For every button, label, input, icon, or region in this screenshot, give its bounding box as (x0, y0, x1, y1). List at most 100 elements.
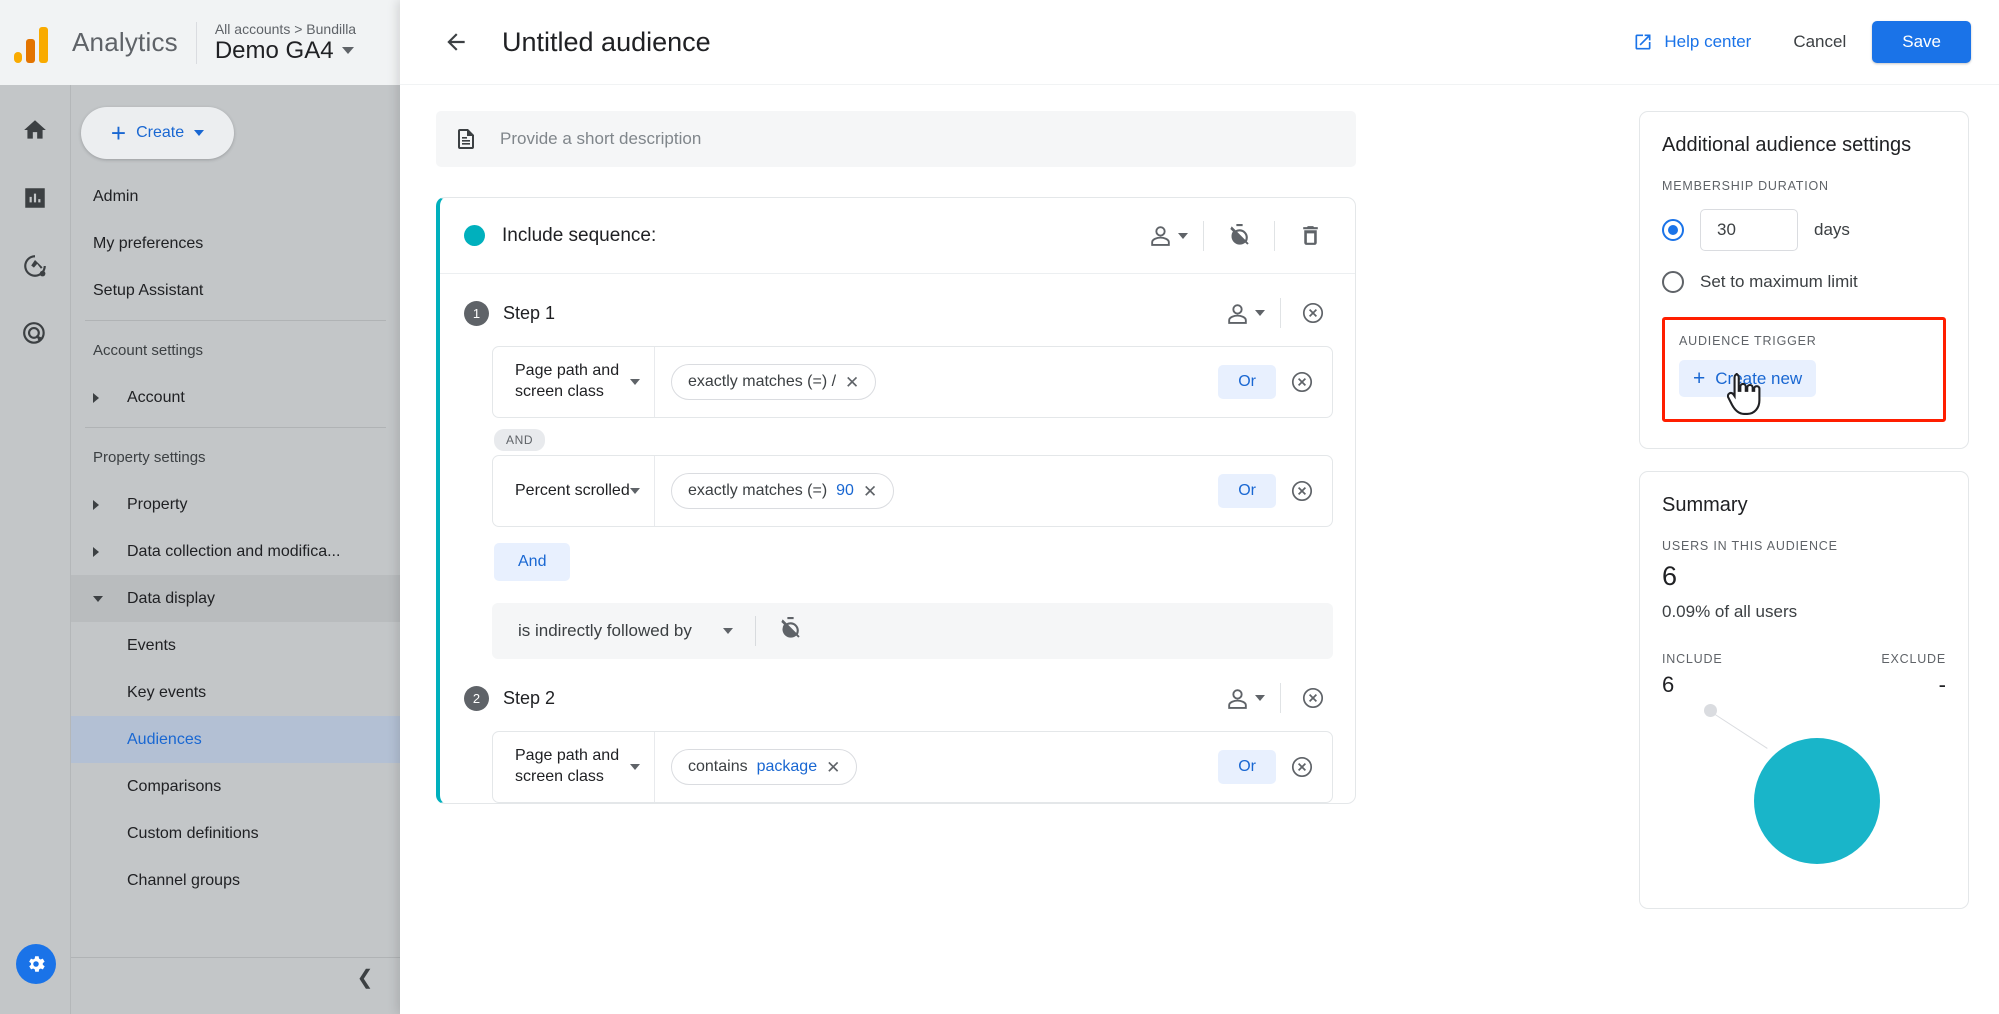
step-actions (1222, 290, 1333, 336)
connector-select[interactable]: is indirectly followed by (518, 621, 733, 641)
exclude-caption: EXCLUDE (1881, 652, 1946, 666)
analytics-chrome: Analytics All accounts > Bundilla Demo G… (0, 0, 400, 1014)
cancel-button[interactable]: Cancel (1767, 32, 1872, 52)
chevron-right-icon (93, 392, 99, 403)
dimension-select[interactable]: Page path and screen class (493, 347, 655, 417)
chrome-body: + Create Admin My preferences Setup Assi… (0, 85, 400, 1014)
sidebar-group-label: Account settings (93, 342, 204, 359)
step-header: 1 Step 1 (464, 290, 1333, 336)
timer-off-icon[interactable] (1216, 213, 1262, 259)
editor-actions: Help center Cancel Save (1617, 21, 1971, 63)
sequence-connector: is indirectly followed by (492, 603, 1333, 659)
icon-rail (0, 85, 70, 1014)
remove-circle-icon[interactable] (1293, 678, 1333, 718)
remove-circle-icon[interactable] (1282, 471, 1322, 511)
chip-text: contains (688, 758, 748, 775)
step-number: 1 (464, 300, 489, 326)
step-2-conditions: Page path and screen class contains pack… (492, 731, 1333, 803)
mouse-cursor-icon (1727, 373, 1761, 415)
person-icon[interactable] (1145, 213, 1191, 259)
sidebar-group-account-settings: Account settings (71, 327, 400, 374)
add-and-condition-button[interactable]: And (494, 543, 571, 581)
close-icon[interactable]: ✕ (845, 374, 859, 391)
duration-input[interactable]: 30 (1700, 209, 1798, 251)
divider (71, 957, 400, 958)
help-center-link[interactable]: Help center (1617, 32, 1767, 52)
or-button[interactable]: Or (1218, 750, 1276, 784)
sidebar-item-events[interactable]: Events (71, 622, 400, 669)
condition-row: Page path and screen class exactly match… (492, 346, 1333, 418)
duration-unit-label: days (1814, 220, 1850, 239)
sidebar-item-comparisons[interactable]: Comparisons (71, 763, 400, 810)
sidebar-item-label: Data display (127, 589, 216, 607)
sidebar-item-data-collection[interactable]: Data collection and modifica... (71, 528, 400, 575)
sidebar-item-custom-definitions[interactable]: Custom definitions (71, 810, 400, 857)
save-button[interactable]: Save (1872, 21, 1971, 63)
sidebar-item-audiences[interactable]: Audiences (71, 716, 400, 763)
sequence-header-actions (1145, 213, 1333, 259)
back-arrow-icon[interactable] (436, 22, 476, 62)
dimension-select[interactable]: Percent scrolled (493, 456, 655, 526)
step-label: Step 2 (503, 687, 556, 708)
membership-duration-row: 30 days (1662, 209, 1946, 251)
sidebar-item-key-events[interactable]: Key events (71, 669, 400, 716)
max-limit-row[interactable]: Set to maximum limit (1662, 271, 1946, 293)
description-field[interactable]: Provide a short description (436, 111, 1356, 167)
advertising-target-icon[interactable] (18, 317, 52, 351)
remove-circle-icon[interactable] (1293, 293, 1333, 333)
condition-chip[interactable]: exactly matches (=) / ✕ (671, 364, 877, 400)
remove-circle-icon[interactable] (1282, 747, 1322, 787)
sidebar-item-account[interactable]: Account (71, 374, 400, 421)
chevron-down-icon (341, 47, 354, 54)
remove-circle-icon[interactable] (1282, 362, 1322, 402)
condition-actions: Or (1218, 732, 1332, 802)
or-button[interactable]: Or (1218, 365, 1276, 399)
chip-text: exactly matches (=) / (688, 373, 837, 390)
app-root: Analytics All accounts > Bundilla Demo G… (0, 0, 1999, 1014)
timer-off-icon[interactable] (778, 616, 803, 646)
dimension-select[interactable]: Page path and screen class (493, 732, 655, 802)
users-count: 6 (1662, 561, 1678, 591)
membership-duration-caption: MEMBERSHIP DURATION (1662, 179, 1829, 193)
chevron-down-icon (93, 595, 103, 602)
analytics-logo-icon (14, 23, 58, 63)
sidebar-item-my-preferences[interactable]: My preferences (71, 220, 400, 267)
reports-bar-chart-icon[interactable] (18, 181, 52, 215)
trash-icon[interactable] (1287, 213, 1333, 259)
sidebar-item-admin[interactable]: Admin (71, 173, 400, 220)
explore-icon[interactable] (18, 249, 52, 283)
chevron-left-icon[interactable]: ❮ (348, 960, 382, 994)
sequence-color-dot (464, 225, 485, 246)
close-icon[interactable]: ✕ (826, 759, 840, 776)
chevron-down-icon (630, 379, 640, 385)
chevron-right-icon (93, 499, 99, 510)
account-selector[interactable]: All accounts > Bundilla Demo GA4 (215, 21, 356, 65)
duration-radio[interactable] (1662, 219, 1684, 241)
sidebar-item-data-display[interactable]: Data display (71, 575, 400, 622)
sidebar-item-setup-assistant[interactable]: Setup Assistant (71, 267, 400, 314)
condition-chip[interactable]: contains package ✕ (671, 749, 858, 785)
divider (1203, 220, 1204, 251)
sidebar-item-property[interactable]: Property (71, 481, 400, 528)
condition-actions: Or (1218, 347, 1332, 417)
sidebar-item-channel-groups[interactable]: Channel groups (71, 857, 400, 904)
chip-text: exactly matches (=) (688, 482, 828, 499)
and-joiner-label: AND (494, 429, 546, 451)
sidebar-item-label: Events (127, 636, 176, 654)
condition-chip[interactable]: exactly matches (=) 90 ✕ (671, 473, 895, 509)
step-actions (1222, 675, 1333, 721)
condition-values: exactly matches (=) 90 ✕ (655, 456, 1218, 526)
gear-icon[interactable] (16, 944, 56, 984)
person-icon[interactable] (1222, 290, 1268, 336)
max-limit-radio[interactable] (1662, 271, 1684, 293)
person-icon[interactable] (1222, 675, 1268, 721)
header-divider (195, 21, 197, 64)
close-icon[interactable]: ✕ (863, 483, 877, 500)
step-number: 2 (464, 685, 489, 711)
or-button[interactable]: Or (1218, 474, 1276, 508)
condition-values: contains package ✕ (655, 732, 1218, 802)
create-button[interactable]: + Create (81, 107, 234, 159)
divider (754, 616, 756, 646)
home-icon[interactable] (18, 113, 52, 147)
external-link-icon (1635, 34, 1651, 50)
